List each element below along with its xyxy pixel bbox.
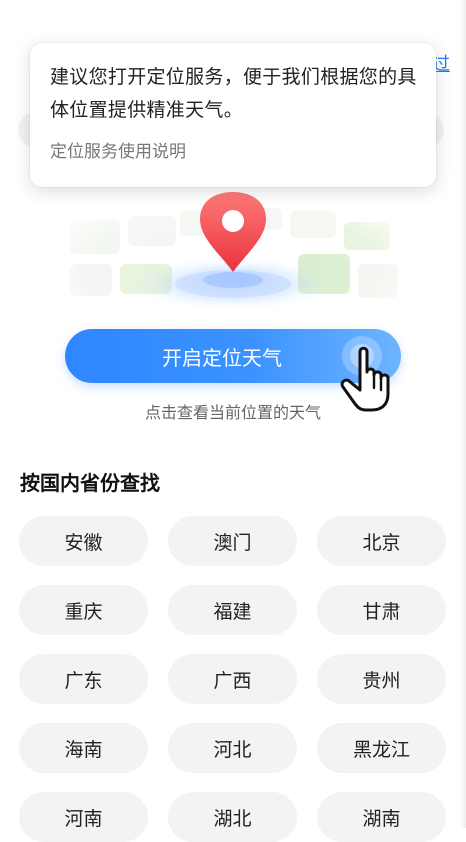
- map-illustration: [40, 180, 426, 340]
- province-section-title: 按国内省份查找: [20, 471, 160, 495]
- skip-link[interactable]: 过: [432, 50, 466, 76]
- province-chip[interactable]: 广西: [168, 654, 297, 704]
- province-chip[interactable]: 海南: [19, 723, 148, 773]
- province-chip[interactable]: 湖北: [168, 792, 297, 842]
- location-service-info-link[interactable]: 定位服务使用说明: [50, 137, 416, 162]
- location-permission-tooltip: 建议您打开定位服务，便于我们根据您的具体位置提供精准天气。 定位服务使用说明: [30, 43, 436, 187]
- province-chip[interactable]: 澳门: [168, 516, 297, 566]
- location-description: 点击查看当前位置的天气: [144, 403, 321, 422]
- province-chip[interactable]: 福建: [168, 585, 297, 635]
- province-chip[interactable]: 河北: [168, 723, 297, 773]
- province-chip[interactable]: 重庆: [19, 585, 148, 635]
- province-chip[interactable]: 河南: [19, 792, 148, 842]
- province-chip[interactable]: 湖南: [317, 792, 446, 842]
- tooltip-message: 建议您打开定位服务，便于我们根据您的具体位置提供精准天气。: [50, 66, 417, 121]
- enable-location-label: 开启定位天气: [162, 345, 282, 370]
- province-chip[interactable]: 北京: [317, 516, 446, 566]
- province-chip[interactable]: 安徽: [19, 516, 148, 566]
- province-chip[interactable]: 广东: [19, 654, 148, 704]
- province-chip[interactable]: 黑龙江: [317, 723, 446, 773]
- province-chip[interactable]: 甘肃: [317, 585, 446, 635]
- province-chip[interactable]: 贵州: [317, 654, 446, 704]
